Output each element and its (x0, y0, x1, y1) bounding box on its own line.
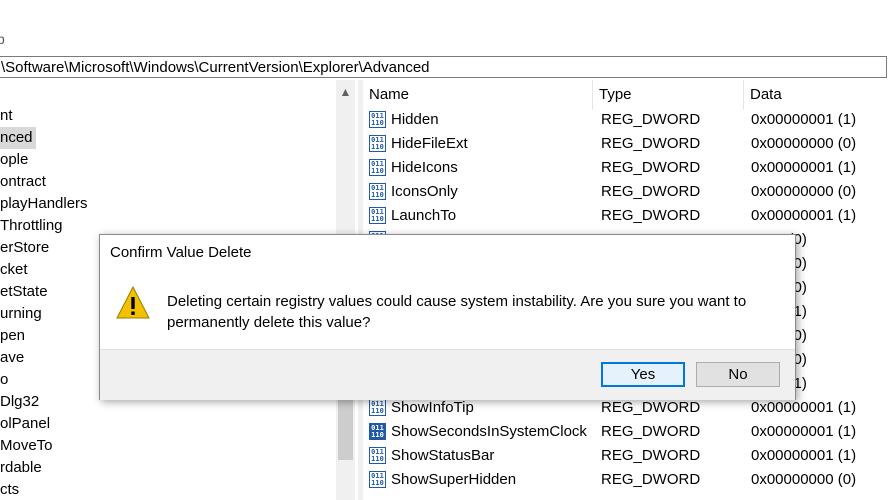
value-row[interactable]: 011 110 LaunchTo REG_DWORD 0x00000001 (1) (363, 204, 888, 228)
value-row[interactable]: 011 110 ShowStatusBar REG_DWORD 0x00000001 (… (363, 444, 888, 468)
column-type[interactable]: Type (593, 80, 744, 110)
tree-item[interactable]: playHandlers (0, 193, 88, 215)
value-type: REG_DWORD (601, 159, 701, 176)
reg-dword-icon: 011110 (369, 423, 386, 440)
value-name: LaunchTo (391, 207, 457, 224)
no-button[interactable]: No (696, 362, 780, 387)
value-data: 0x00000000 (0) (751, 183, 857, 200)
value-row[interactable]: 011 110 ShowSecondsInSystemClock REG_DWORD 0… (363, 420, 888, 444)
reg-dword-icon: 011110 (369, 159, 386, 176)
reg-dword-icon: 011110 (369, 183, 386, 200)
tree-item[interactable]: erStore (0, 237, 49, 259)
value-type: REG_DWORD (601, 135, 701, 152)
address-path[interactable]: \Software\Microsoft\Windows\CurrentVersi… (1, 59, 430, 76)
column-name[interactable]: Name (363, 80, 593, 110)
scroll-up-icon[interactable]: ▲ (336, 82, 355, 102)
value-type: REG_DWORD (601, 183, 701, 200)
menu-item-help[interactable]: p (0, 31, 5, 47)
dialog-title: Confirm Value Delete (110, 244, 252, 261)
tree-item[interactable]: urning (0, 303, 42, 325)
tree-item[interactable]: Throttling (0, 215, 63, 237)
tree-item[interactable]: ave (0, 347, 24, 369)
tree-item[interactable]: pen (0, 325, 25, 347)
tree-item[interactable]: ontract (0, 171, 46, 193)
value-data: 0x00000001 (1) (751, 447, 857, 464)
value-name: HideIcons (391, 159, 458, 176)
tree-item[interactable]: rdable (0, 457, 42, 479)
list-header: Name Type Data (363, 80, 888, 110)
value-name: Hidden (391, 111, 439, 128)
tree-item[interactable]: MoveTo (0, 435, 53, 457)
value-name: ShowSecondsInSystemClock (391, 423, 587, 440)
value-row[interactable]: 011 110 HideFileExt REG_DWORD 0x00000000 (0) (363, 132, 888, 156)
value-type: REG_DWORD (601, 111, 701, 128)
value-row[interactable]: 011 110 Hidden REG_DWORD 0x00000001 (1) (363, 108, 888, 132)
reg-dword-icon: 011110 (369, 399, 386, 416)
value-row[interactable]: 011 110 HideIcons REG_DWORD 0x00000001 (1) (363, 156, 888, 180)
warning-icon (116, 285, 150, 319)
reg-dword-icon: 011110 (369, 447, 386, 464)
tree-item[interactable]: cts (0, 479, 19, 500)
address-bar[interactable]: \Software\Microsoft\Windows\CurrentVersi… (0, 56, 887, 78)
column-data[interactable]: Data (744, 80, 888, 110)
confirm-delete-dialog: Confirm Value Delete Deleting certain re… (99, 234, 796, 400)
value-type: REG_DWORD (601, 447, 701, 464)
value-name: IconsOnly (391, 183, 458, 200)
reg-dword-icon: 011110 (369, 135, 386, 152)
tree-item[interactable]: Dlg32 (0, 391, 39, 413)
value-data: 0x00000000 (0) (751, 471, 857, 488)
dialog-button-bar: Yes No (100, 349, 795, 400)
reg-dword-icon: 011110 (369, 207, 386, 224)
value-row[interactable]: 011 110 ShowSuperHidden REG_DWORD 0x00000000… (363, 468, 888, 492)
reg-dword-icon: 011110 (369, 471, 386, 488)
menu-bar: p (0, 0, 888, 52)
reg-dword-icon: 011110 (369, 111, 386, 128)
tree-item[interactable]: cket (0, 259, 28, 281)
dialog-message: Deleting certain registry values could c… (167, 293, 747, 331)
tree-item[interactable]: o (0, 369, 8, 391)
value-data: 0x00000001 (1) (751, 207, 857, 224)
value-name: HideFileExt (391, 135, 468, 152)
tree-item[interactable]: nt (0, 105, 13, 127)
value-type: REG_DWORD (601, 423, 701, 440)
value-data: 0x00000001 (1) (751, 423, 857, 440)
value-data: 0x00000000 (0) (751, 135, 857, 152)
value-data: 0x00000001 (1) (751, 159, 857, 176)
value-name: ShowSuperHidden (391, 471, 517, 488)
value-name: ShowStatusBar (391, 447, 495, 464)
tree-item[interactable]: nced (0, 127, 36, 149)
value-row[interactable]: 011 110 IconsOnly REG_DWORD 0x00000000 (0) (363, 180, 888, 204)
yes-button[interactable]: Yes (601, 362, 685, 387)
tree-item[interactable]: ople (0, 149, 28, 171)
value-data: 0x00000001 (1) (751, 111, 857, 128)
value-type: REG_DWORD (601, 471, 701, 488)
tree-item[interactable]: olPanel (0, 413, 50, 435)
tree-item[interactable]: etState (0, 281, 48, 303)
value-type: REG_DWORD (601, 207, 701, 224)
